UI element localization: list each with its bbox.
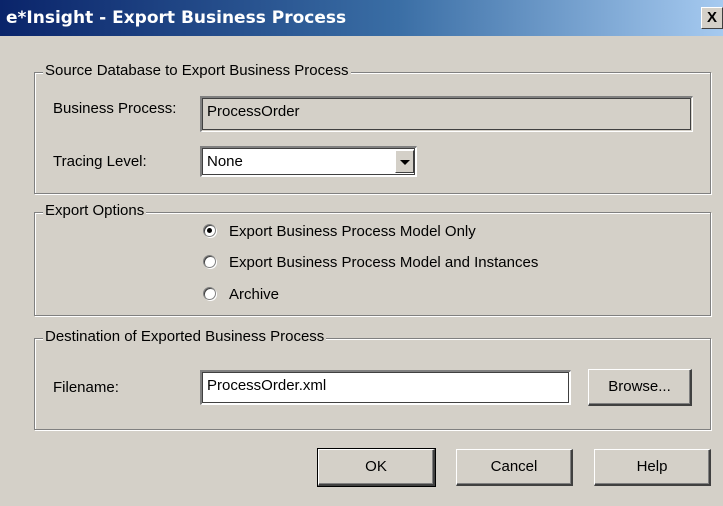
radio-label-model-only: Export Business Process Model Only xyxy=(229,223,476,240)
business-process-field: ProcessOrder xyxy=(200,96,693,132)
help-button-label: Help xyxy=(636,458,668,475)
source-database-legend: Source Database to Export Business Proce… xyxy=(43,62,351,79)
filename-input[interactable]: ProcessOrder.xml xyxy=(200,370,571,405)
business-process-value: ProcessOrder xyxy=(207,103,300,120)
cancel-button-label: Cancel xyxy=(490,458,538,475)
window-title: e*Insight - Export Business Process xyxy=(6,8,347,28)
tracing-level-value: None xyxy=(207,153,243,170)
radio-button[interactable] xyxy=(203,287,216,300)
tracing-level-label: Tracing Level: xyxy=(53,153,147,170)
radio-label-archive: Archive xyxy=(229,286,280,303)
help-button[interactable]: Help xyxy=(594,449,711,486)
chevron-down-icon xyxy=(399,159,410,165)
filename-label: Filename: xyxy=(53,379,119,396)
cancel-button[interactable]: Cancel xyxy=(456,449,573,486)
tracing-level-dropdown-button[interactable] xyxy=(395,150,414,173)
ok-button[interactable]: OK xyxy=(317,448,436,487)
radio-button[interactable] xyxy=(203,255,216,268)
close-button[interactable]: X xyxy=(701,7,723,29)
close-icon: X xyxy=(706,9,717,26)
destination-legend: Destination of Exported Business Process xyxy=(43,328,327,345)
ok-button-label: OK xyxy=(365,458,387,475)
tracing-level-select[interactable]: None xyxy=(200,146,417,177)
radio-button-checked[interactable] xyxy=(203,224,216,237)
business-process-label: Business Process: xyxy=(53,100,177,117)
radio-label-model-and-instances: Export Business Process Model and Instan… xyxy=(229,254,539,271)
browse-button[interactable]: Browse... xyxy=(588,369,692,406)
radio-dot xyxy=(207,228,212,233)
filename-value: ProcessOrder.xml xyxy=(207,377,327,394)
export-options-legend: Export Options xyxy=(43,202,147,219)
title-bar[interactable]: e*Insight - Export Business Process X xyxy=(0,0,723,36)
browse-button-label: Browse... xyxy=(608,378,671,395)
